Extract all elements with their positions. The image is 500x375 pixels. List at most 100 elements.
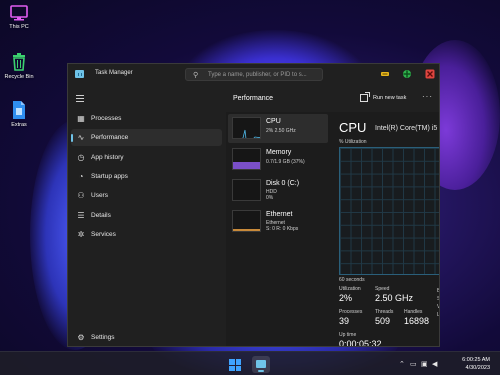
details-icon: ☰ [77, 211, 85, 220]
desktop-icon-recycle-bin[interactable]: Recycle Bin [0, 52, 38, 80]
sidebar-item-performance[interactable]: ∿ Performance [71, 129, 222, 146]
search-placeholder: Type a name, publisher, or PID to s... [208, 72, 307, 78]
taskbar-task-manager-button[interactable] [252, 356, 270, 373]
cut-off-label: B [437, 288, 439, 294]
cut-off-label: V [437, 304, 439, 310]
minimize-button[interactable] [379, 68, 391, 80]
sidebar-item-settings[interactable]: ⚙ Settings [71, 329, 222, 346]
sidebar-item-label: Services [91, 231, 116, 238]
services-icon: ✲ [77, 230, 85, 239]
task-manager-icon [75, 70, 84, 78]
volume-icon[interactable]: ◀ [432, 360, 437, 368]
resource-name: Disk 0 (C:) [266, 180, 300, 187]
title-bar[interactable]: Task Manager ⚲ Type a name, publisher, o… [68, 64, 439, 85]
clock[interactable]: 6:00:25 AM 4/30/2023 [444, 356, 490, 372]
sidebar-item-app-history[interactable]: ◷ App history [71, 149, 222, 166]
maximize-icon [403, 70, 411, 78]
sidebar-item-services[interactable]: ✲ Services [71, 226, 222, 243]
sidebar-item-startup-apps[interactable]: ◔ Startup apps [71, 168, 222, 185]
memory-thumbnail-graph [232, 148, 261, 170]
cpu-model: Intel(R) Core(TM) i5 [375, 125, 438, 132]
ethernet-thumbnail-graph [232, 210, 261, 232]
resource-cpu[interactable]: CPU 2% 2.50 GHz [228, 114, 328, 143]
sidebar-item-label: Processes [91, 115, 122, 122]
graph-y-label: % Utilization [339, 139, 367, 145]
task-manager-icon [256, 360, 266, 368]
resource-memory[interactable]: Memory 0.7/1.9 GB (37%) [228, 145, 328, 174]
window-title: Task Manager [95, 70, 133, 76]
handles-label: Handles [404, 309, 423, 315]
cut-off-label: L [437, 312, 440, 318]
gear-icon: ⚙ [77, 333, 85, 342]
clock-date: 4/30/2023 [465, 365, 490, 371]
sidebar-item-processes[interactable]: ▦ Processes [71, 110, 222, 127]
sidebar-item-label: Startup apps [91, 173, 128, 180]
processes-label: Processes [339, 309, 363, 315]
users-icon: ⚇ [77, 191, 85, 200]
cpu-utilization-graph [339, 147, 439, 275]
threads-label: Threads [375, 309, 394, 315]
speed-value: 2.50 GHz [375, 293, 414, 303]
uptime-value: 0:00:05:32 [339, 339, 382, 347]
sidebar-item-label: Details [91, 212, 111, 219]
recycle-bin-icon [13, 53, 25, 71]
graph-x-label: 60 seconds [339, 277, 365, 283]
more-options-icon[interactable]: ··· [422, 92, 433, 101]
resource-value: 0.7/1.9 GB (37%) [266, 159, 305, 165]
tray-chevron-icon[interactable]: ⌃ [399, 360, 405, 368]
processes-icon: ▦ [77, 114, 85, 123]
file-icon [13, 101, 25, 119]
utilization-label: Utilization [339, 286, 361, 292]
utilization-value: 2% [339, 293, 353, 303]
resource-ethernet[interactable]: Ethernet Ethernet S: 0 R: 0 Kbps [228, 207, 328, 236]
sidebar-item-details[interactable]: ☰ Details [71, 207, 222, 224]
search-input[interactable]: ⚲ Type a name, publisher, or PID to s... [185, 68, 323, 81]
desktop-icon-extras[interactable]: Extras [0, 100, 38, 128]
sidebar-item-label: App history [91, 154, 124, 161]
resource-disk[interactable]: Disk 0 (C:) HDD 0% [228, 176, 328, 205]
maximize-button[interactable] [401, 68, 413, 80]
start-button[interactable] [229, 359, 241, 371]
sidebar-item-label: Performance [91, 134, 129, 141]
minimize-icon [381, 72, 389, 76]
threads-value: 509 [375, 316, 391, 326]
handles-value: 16898 [404, 316, 430, 326]
processes-value: 39 [339, 316, 350, 326]
sidebar: ▦ Processes ∿ Performance ◷ App history … [68, 85, 226, 346]
close-icon [425, 69, 435, 79]
run-new-task-label: Run new task [373, 95, 407, 101]
desktop-icon-this-pc[interactable]: This PC [0, 4, 38, 30]
run-task-icon [360, 92, 370, 102]
sidebar-item-label: Users [91, 192, 108, 199]
sidebar-item-label: Settings [91, 334, 115, 341]
display-icon[interactable]: ▣ [421, 360, 428, 368]
active-indicator [258, 370, 264, 372]
disk-thumbnail-graph [232, 179, 261, 201]
page-title: Performance [233, 95, 274, 102]
resource-name: CPU [266, 118, 281, 125]
performance-icon: ∿ [77, 133, 85, 142]
search-icon: ⚲ [193, 72, 199, 79]
desktop-icon-label: This PC [9, 24, 29, 30]
desktop-icon-label: Recycle Bin [4, 74, 34, 80]
close-button[interactable] [424, 68, 436, 80]
resource-name: Memory [266, 149, 292, 156]
cpu-detail: CPU Intel(R) Core(TM) i5 % Utilization 6… [329, 112, 440, 347]
hamburger-menu-icon[interactable] [76, 95, 84, 104]
resource-value: S: 0 R: 0 Kbps [266, 226, 299, 232]
clock-time: 6:00:25 AM [462, 357, 490, 363]
desktop-icon-label: Extras [11, 122, 27, 128]
monitor-icon [10, 5, 28, 21]
speed-label: Speed [375, 286, 390, 292]
panel-header: Performance Run new task ··· [226, 85, 439, 112]
network-icon[interactable]: ▭ [410, 360, 417, 368]
resource-value: 2% 2.50 GHz [266, 128, 296, 134]
startup-icon: ◔ [78, 172, 84, 181]
taskbar: ⌃ ▭ ▣ ◀ 6:00:25 AM 4/30/2023 [0, 351, 500, 375]
uptime-label: Up time [339, 332, 357, 338]
sidebar-item-users[interactable]: ⚇ Users [71, 187, 222, 204]
resource-name: Ethernet [266, 211, 293, 218]
history-icon: ◷ [77, 153, 85, 162]
task-manager-window: Task Manager ⚲ Type a name, publisher, o… [67, 63, 440, 347]
cpu-thumbnail-graph [232, 117, 261, 139]
